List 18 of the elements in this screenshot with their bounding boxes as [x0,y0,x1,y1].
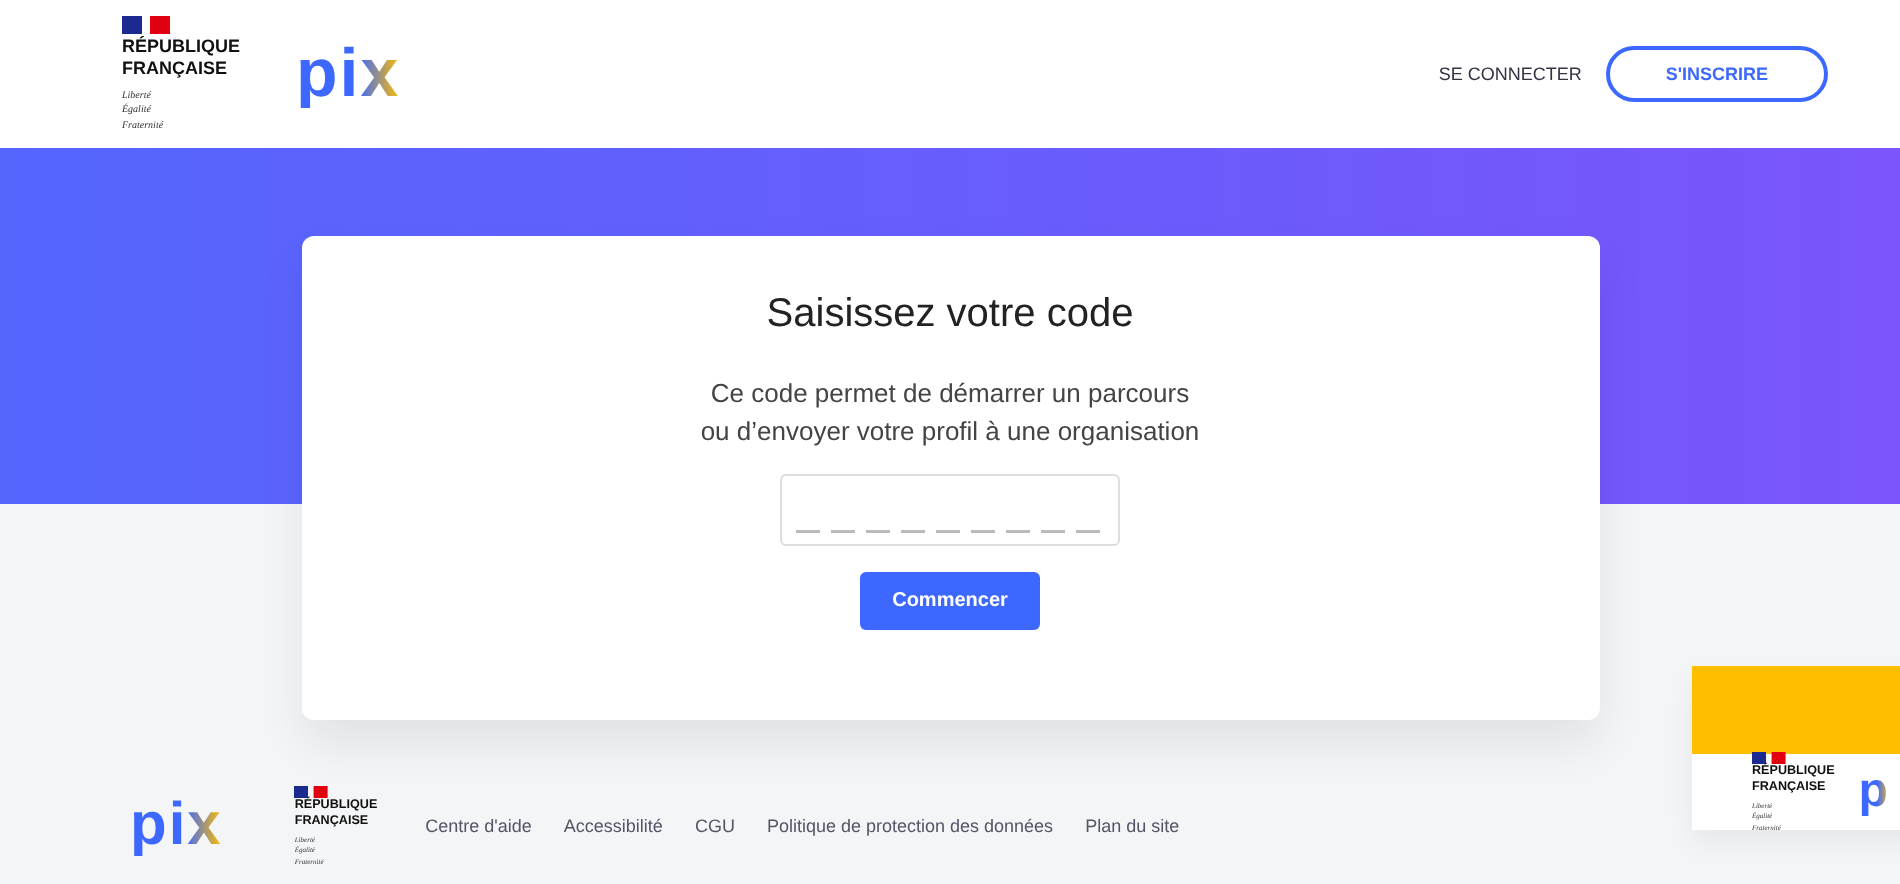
footer-link[interactable]: Accessibilité [563,816,663,836]
republic-name: FRANÇAISE [122,60,230,80]
pix-logo[interactable]: pix [130,796,223,856]
flag-icon [1752,751,1786,764]
code-input-field[interactable] [780,474,1120,546]
pix-logo[interactable]: pix [296,40,401,108]
signup-button[interactable]: S'INSCRIRE [1605,46,1828,102]
footer-link[interactable]: Politique de protection des données [766,816,1054,836]
login-link[interactable]: SE CONNECTER [1438,50,1582,98]
footer-link[interactable]: CGU [694,816,735,836]
republic-name: RÉPUBLIQUE [122,37,241,57]
footer-link[interactable]: Centre d'aide [425,816,532,836]
card-title: Saisissez votre code [766,292,1134,338]
flag-icon [294,785,329,798]
start-button[interactable]: Commencer [860,572,1040,630]
footer-link[interactable]: Plan du site [1085,816,1180,836]
flag-icon [122,15,170,34]
card-description: Ce code permet de démarrer un parcours ou d’envoyer votre profil à une organisation [700,376,1200,450]
